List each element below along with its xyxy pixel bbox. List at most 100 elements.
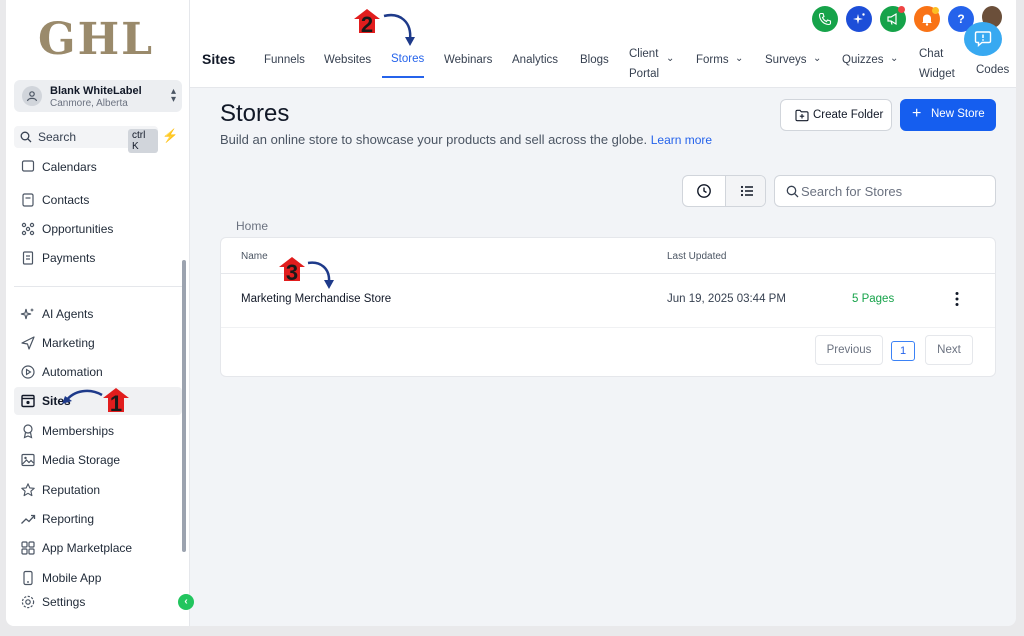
account-name: Blank WhiteLabel bbox=[50, 85, 142, 97]
sidebar-item-app-marketplace[interactable]: App Marketplace bbox=[14, 534, 182, 562]
learn-more-link[interactable]: Learn more bbox=[651, 133, 712, 147]
tab-funnels[interactable]: Funnels bbox=[264, 54, 305, 66]
previous-page-button[interactable]: Previous bbox=[815, 335, 883, 365]
sidebar-divider bbox=[14, 286, 182, 287]
marker-number: 3 bbox=[285, 260, 299, 285]
chevron-down-icon[interactable]: ⌄ bbox=[890, 53, 898, 64]
folder-plus-icon bbox=[795, 109, 809, 122]
sidebar-item-payments[interactable]: Payments bbox=[14, 244, 182, 272]
sidebar-item-reporting[interactable]: Reporting bbox=[14, 505, 182, 533]
ai-agents-icon bbox=[20, 308, 34, 320]
tab-client-portal[interactable]: Client Portal bbox=[629, 44, 659, 84]
sidebar-item-marketing[interactable]: Marketing bbox=[14, 329, 182, 357]
payments-icon bbox=[22, 251, 34, 265]
chevron-down-icon[interactable]: ⌄ bbox=[666, 53, 674, 64]
reporting-icon bbox=[21, 514, 36, 524]
section-title: Sites bbox=[202, 51, 236, 67]
sidebar-item-media-storage[interactable]: Media Storage bbox=[14, 446, 182, 474]
chevron-down-icon[interactable]: ⌄ bbox=[813, 53, 821, 64]
top-navigation: Sites Funnels Websites Stores Webinars A… bbox=[190, 0, 1016, 88]
chevron-down-icon[interactable]: ⌄ bbox=[735, 53, 743, 64]
recent-view-button[interactable] bbox=[683, 176, 725, 206]
create-folder-label: Create Folder bbox=[813, 109, 884, 121]
sidebar-item-ai-agents[interactable]: AI Agents bbox=[14, 300, 182, 328]
sidebar-item-settings[interactable]: Settings bbox=[14, 588, 182, 616]
sidebar: GHL Blank WhiteLabel Canmore, Alberta ▴ ▾… bbox=[6, 0, 190, 626]
list-view-button[interactable] bbox=[725, 176, 765, 206]
tab-label-line: Widget bbox=[919, 68, 955, 80]
tab-label-line: Portal bbox=[629, 68, 660, 80]
search-shortcut: ctrl K bbox=[128, 129, 158, 153]
sidebar-item-memberships[interactable]: Memberships bbox=[14, 417, 182, 445]
page-title: Stores bbox=[220, 100, 290, 127]
store-last-updated: Jun 19, 2025 03:44 PM bbox=[667, 293, 786, 305]
column-header-name: Name bbox=[241, 251, 268, 262]
tab-surveys[interactable]: Surveys bbox=[765, 54, 807, 66]
store-name-link[interactable]: Marketing Merchandise Store bbox=[241, 293, 391, 305]
page-subtitle-text: Build an online store to showcase your p… bbox=[220, 132, 648, 147]
marker-number: 2 bbox=[360, 12, 374, 37]
tab-quizzes[interactable]: Quizzes bbox=[842, 54, 884, 66]
more-options-icon[interactable] bbox=[951, 290, 963, 308]
magic-icon[interactable] bbox=[846, 6, 872, 32]
app-marketplace-icon bbox=[21, 541, 35, 555]
support-chat-icon[interactable] bbox=[964, 22, 1002, 56]
tab-stores[interactable]: Stores bbox=[391, 53, 424, 65]
sidebar-search[interactable]: Search ctrl K bbox=[14, 126, 158, 153]
store-pages-link[interactable]: 5 Pages bbox=[852, 293, 894, 305]
sidebar-item-calendars[interactable]: Calendars bbox=[14, 158, 182, 180]
create-folder-button[interactable]: Create Folder bbox=[780, 99, 892, 131]
sidebar-item-automation[interactable]: Automation bbox=[14, 358, 182, 386]
tab-analytics[interactable]: Analytics bbox=[512, 54, 558, 66]
brand-logo[interactable]: GHL bbox=[38, 14, 158, 65]
phone-icon[interactable] bbox=[812, 6, 838, 32]
list-icon bbox=[740, 185, 753, 197]
store-search-input[interactable] bbox=[801, 182, 989, 200]
sidebar-item-label: Payments bbox=[42, 251, 96, 265]
quick-action-bolt-icon[interactable]: ⚡ bbox=[162, 128, 178, 146]
account-switcher[interactable]: Blank WhiteLabel Canmore, Alberta ▴ ▾ bbox=[14, 80, 182, 112]
media-storage-icon bbox=[21, 453, 35, 467]
mobile-app-icon bbox=[23, 570, 33, 586]
breadcrumb-home[interactable]: Home bbox=[236, 219, 268, 233]
search-icon bbox=[20, 131, 32, 143]
tab-codes[interactable]: Codes bbox=[976, 64, 1009, 76]
sidebar-scrollbar[interactable] bbox=[182, 260, 186, 552]
tab-websites[interactable]: Websites bbox=[324, 54, 371, 66]
sidebar-item-reputation[interactable]: Reputation bbox=[14, 476, 182, 504]
marketing-icon bbox=[21, 336, 35, 350]
arrow-icon bbox=[383, 13, 415, 46]
sidebar-item-contacts[interactable]: Contacts bbox=[14, 186, 182, 214]
next-page-button[interactable]: Next bbox=[925, 335, 973, 365]
tab-forms[interactable]: Forms bbox=[696, 54, 729, 66]
annotation-marker-2: 2 bbox=[353, 8, 381, 37]
svg-text:?: ? bbox=[957, 12, 964, 26]
store-search-box bbox=[774, 175, 996, 207]
tab-blogs[interactable]: Blogs bbox=[580, 54, 609, 66]
sidebar-item-label: Calendars bbox=[42, 160, 97, 174]
sidebar-item-label: Reputation bbox=[42, 483, 101, 497]
tab-label-line: Chat bbox=[919, 48, 944, 60]
sidebar-item-label: Media Storage bbox=[42, 453, 121, 467]
settings-icon bbox=[21, 595, 35, 609]
current-page-number[interactable]: 1 bbox=[891, 341, 915, 361]
page-subtitle: Build an online store to showcase your p… bbox=[220, 132, 712, 147]
tab-label-line: Client bbox=[629, 48, 659, 60]
notification-dot bbox=[932, 7, 939, 14]
annotation-marker-1: 1 bbox=[102, 387, 130, 416]
sidebar-item-opportunities[interactable]: Opportunities bbox=[14, 215, 182, 243]
memberships-icon bbox=[23, 424, 33, 439]
row-divider bbox=[221, 327, 995, 328]
tab-chat-widget[interactable]: Chat Widget bbox=[919, 44, 955, 84]
sidebar-item-label: Settings bbox=[42, 595, 86, 609]
contacts-icon bbox=[22, 193, 34, 207]
sidebar-item-label: Memberships bbox=[42, 424, 115, 438]
sidebar-item-label: Reporting bbox=[42, 512, 95, 526]
sidebar-item-label: Opportunities bbox=[42, 222, 114, 236]
collapse-sidebar-chevron-icon[interactable]: ‹ bbox=[178, 594, 194, 610]
tab-webinars[interactable]: Webinars bbox=[444, 54, 492, 66]
new-store-button[interactable]: + New Store bbox=[900, 99, 996, 131]
plus-icon: + bbox=[912, 105, 922, 122]
sidebar-item-label: App Marketplace bbox=[42, 541, 133, 555]
account-location: Canmore, Alberta bbox=[50, 98, 128, 109]
